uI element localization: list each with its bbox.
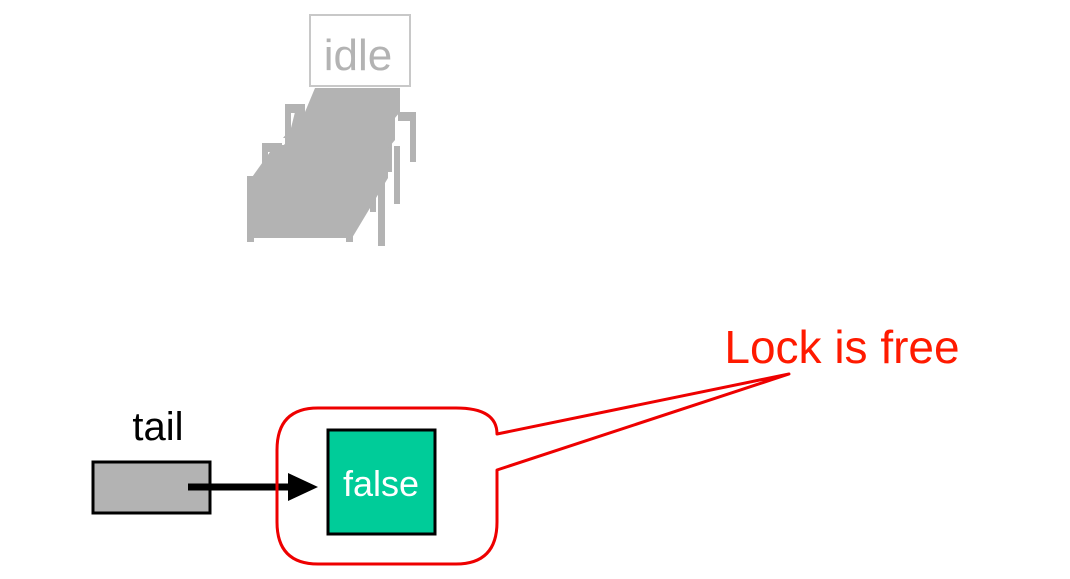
- tail-label: tail: [132, 405, 183, 449]
- slide-canvas: idle tail false Lock is free: [0, 0, 1070, 574]
- tail-arrow-head: [288, 473, 318, 501]
- idle-label-group: idle: [309, 14, 411, 87]
- idle-thread-figure-front: [247, 145, 388, 246]
- lock-diagram: idle tail false Lock is free: [91, 14, 960, 566]
- queue-node-value: false: [343, 463, 419, 504]
- idle-label: idle: [324, 31, 393, 80]
- callout-text: Lock is free: [724, 321, 959, 373]
- idle-threads-icon: [247, 88, 416, 246]
